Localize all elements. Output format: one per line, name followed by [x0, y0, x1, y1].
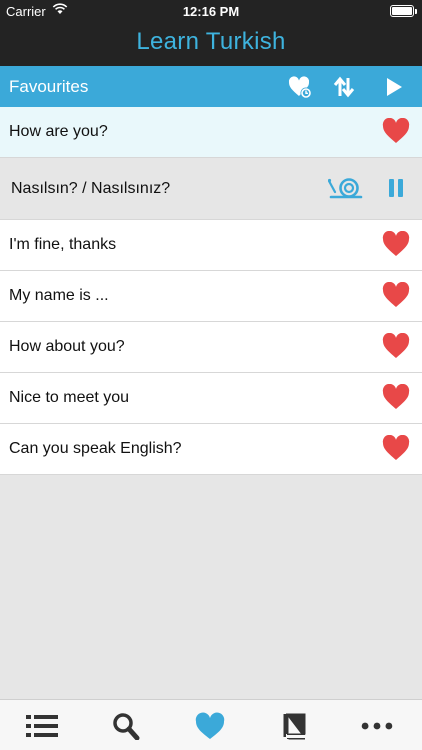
more-icon[interactable] — [360, 712, 394, 740]
phrase-text: My name is ... — [9, 287, 109, 304]
tab-bar — [0, 699, 422, 750]
phrase-text: How are you? — [9, 123, 108, 140]
title-bar: Learn Turkish — [0, 22, 422, 66]
heart-icon[interactable] — [382, 282, 410, 308]
phrase-text: I'm fine, thanks — [9, 236, 117, 253]
snail-slow-icon[interactable] — [328, 177, 364, 199]
battery-icon — [390, 5, 417, 17]
pause-icon[interactable] — [388, 179, 404, 197]
phrase-row[interactable]: How about you? — [0, 322, 422, 373]
phrase-row[interactable]: Nice to meet you — [0, 373, 422, 424]
sort-icon[interactable] — [331, 74, 357, 100]
section-header: Favourites — [0, 66, 422, 107]
search-icon[interactable] — [109, 712, 143, 740]
phrase-row[interactable]: Can you speak English? — [0, 424, 422, 475]
list-icon[interactable] — [25, 712, 59, 740]
phrase-text: Can you speak English? — [9, 440, 182, 457]
status-bar: Carrier 12:16 PM — [0, 0, 422, 22]
app-title: Learn Turkish — [136, 28, 286, 55]
phrase-row[interactable]: My name is ... — [0, 271, 422, 322]
play-icon[interactable] — [381, 74, 407, 100]
book-icon[interactable] — [278, 712, 312, 740]
phrase-row[interactable]: I'm fine, thanks — [0, 220, 422, 271]
heart-icon[interactable] — [382, 333, 410, 359]
phrase-text: How about you? — [9, 338, 125, 355]
translation-row[interactable]: Nasılsın? / Nasılsınız? — [0, 158, 422, 220]
phrase-row[interactable]: How are you? — [0, 107, 422, 158]
translation-text: Nasılsın? / Nasılsınız? — [11, 180, 171, 197]
section-title: Favourites — [9, 77, 89, 96]
heart-icon[interactable] — [382, 231, 410, 257]
heart-icon[interactable] — [382, 435, 410, 461]
status-time: 12:16 PM — [182, 4, 240, 19]
heart-sync-icon[interactable] — [287, 74, 313, 100]
heart-icon[interactable] — [382, 118, 410, 144]
heart-icon[interactable] — [382, 384, 410, 410]
phrase-text: Nice to meet you — [9, 389, 130, 406]
heart-icon[interactable] — [193, 712, 227, 740]
phrase-list: How are you? Nasılsın? / Nasılsınız? I'm… — [0, 107, 422, 475]
